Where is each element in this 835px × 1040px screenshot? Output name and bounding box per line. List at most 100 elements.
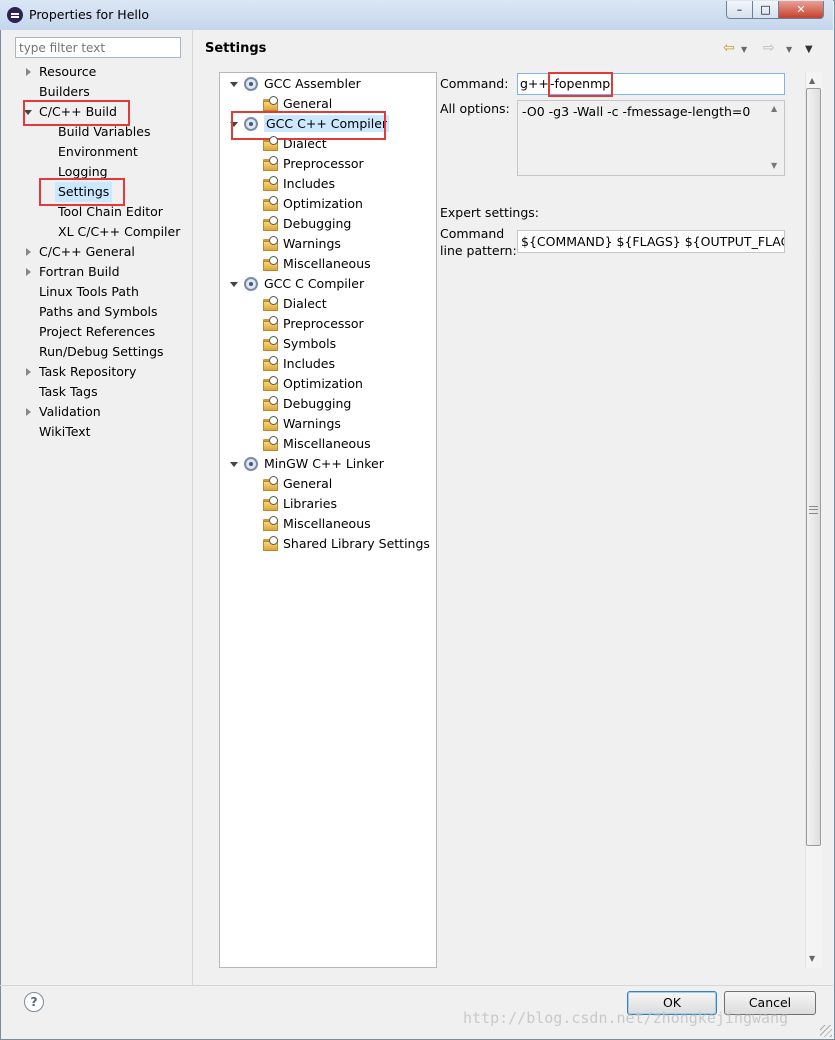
scroll-up-icon[interactable]: ▲: [771, 104, 777, 113]
tool-gear-icon: [244, 277, 258, 291]
nav-item-label: Builders: [39, 84, 90, 99]
expanded-arrow-icon[interactable]: [230, 462, 238, 467]
tree-item-label: Warnings: [283, 416, 341, 431]
tree-option-miscellaneous[interactable]: Miscellaneous: [262, 254, 371, 274]
tree-tool-gcc-c-compiler[interactable]: GCC C Compiler: [229, 274, 364, 294]
tree-option-optimization[interactable]: Optimization: [262, 374, 363, 394]
minimize-button[interactable]: –: [726, 1, 753, 19]
maximize-button[interactable]: □: [752, 1, 779, 19]
tree-option-dialect[interactable]: Dialect: [262, 294, 327, 314]
close-button[interactable]: ✕: [778, 1, 824, 19]
option-folder-icon: [263, 356, 279, 371]
nav-item-label: WikiText: [39, 424, 91, 439]
command-label: Command:: [440, 76, 509, 91]
tree-item-label: Debugging: [283, 396, 352, 411]
tool-gear-icon: [244, 77, 258, 91]
tree-option-symbols[interactable]: Symbols: [262, 334, 336, 354]
tree-item-label: Symbols: [283, 336, 337, 351]
tool-gear-icon: [244, 457, 258, 471]
nav-item-wikitext[interactable]: WikiText: [39, 422, 91, 442]
tree-option-preprocessor[interactable]: Preprocessor: [262, 314, 364, 334]
nav-item-label: Build Variables: [58, 124, 151, 139]
option-folder-icon: [263, 536, 279, 551]
all-options-scrollbar[interactable]: ▲ ▼: [767, 101, 784, 175]
back-dropdown-icon[interactable]: ▼: [741, 45, 747, 54]
tree-option-includes[interactable]: Includes: [262, 354, 335, 374]
nav-divider[interactable]: [192, 30, 193, 985]
resize-grip[interactable]: [820, 1025, 832, 1037]
tree-tool-gcc-assembler[interactable]: GCC Assembler: [229, 74, 361, 94]
collapsed-arrow-icon[interactable]: [26, 268, 31, 276]
tree-tool-mingw-c-linker[interactable]: MinGW C++ Linker: [229, 454, 384, 474]
collapsed-arrow-icon[interactable]: [26, 368, 31, 376]
expanded-arrow-icon[interactable]: [230, 282, 238, 287]
nav-item-run-debug-settings[interactable]: Run/Debug Settings: [39, 342, 164, 362]
scroll-up-icon[interactable]: ▲: [809, 76, 815, 85]
forward-dropdown-icon[interactable]: ▼: [786, 45, 792, 54]
tree-option-miscellaneous[interactable]: Miscellaneous: [262, 514, 371, 534]
tree-option-general[interactable]: General: [262, 474, 332, 494]
tree-option-libraries[interactable]: Libraries: [262, 494, 337, 514]
folder-gear-icon: [269, 156, 278, 165]
nav-item-label: Fortran Build: [39, 264, 120, 279]
collapsed-arrow-icon[interactable]: [26, 68, 31, 76]
expanded-arrow-icon[interactable]: [230, 82, 238, 87]
nav-item-environment[interactable]: Environment: [58, 142, 138, 162]
tree-item-label: GCC Assembler: [264, 76, 361, 91]
option-folder-icon: [263, 136, 279, 151]
tree-option-optimization[interactable]: Optimization: [262, 194, 363, 214]
tree-option-shared-library-settings[interactable]: Shared Library Settings: [262, 534, 430, 554]
command-line-pattern-label-2: line pattern:: [440, 243, 517, 258]
nav-item-task-repository[interactable]: Task Repository: [26, 362, 136, 382]
folder-gear-icon: [269, 476, 278, 485]
nav-item-c-c-general[interactable]: C/C++ General: [26, 242, 135, 262]
tree-option-warnings[interactable]: Warnings: [262, 234, 341, 254]
filter-input[interactable]: [15, 37, 181, 58]
tree-option-warnings[interactable]: Warnings: [262, 414, 341, 434]
nav-item-label: Resource: [39, 64, 97, 79]
tree-option-includes[interactable]: Includes: [262, 174, 335, 194]
collapsed-arrow-icon[interactable]: [26, 408, 31, 416]
nav-item-label: Task Tags: [39, 384, 98, 399]
tree-option-miscellaneous[interactable]: Miscellaneous: [262, 434, 371, 454]
nav-item-paths-and-symbols[interactable]: Paths and Symbols: [39, 302, 158, 322]
folder-gear-icon: [269, 336, 278, 345]
tree-option-debugging[interactable]: Debugging: [262, 214, 351, 234]
option-folder-icon: [263, 316, 279, 331]
nav-item-builders[interactable]: Builders: [39, 82, 90, 102]
tree-option-preprocessor[interactable]: Preprocessor: [262, 154, 364, 174]
tree-item-label: Preprocessor: [283, 156, 364, 171]
command-line-pattern-input[interactable]: ${COMMAND} ${FLAGS} ${OUTPUT_FLAG} ${OUT…: [517, 230, 785, 253]
tree-item-label: General: [283, 96, 333, 111]
tree-option-debugging[interactable]: Debugging: [262, 394, 351, 414]
nav-item-project-references[interactable]: Project References: [39, 322, 155, 342]
folder-gear-icon: [269, 536, 278, 545]
nav-item-task-tags[interactable]: Task Tags: [39, 382, 98, 402]
tree-item-label: Miscellaneous: [283, 436, 371, 451]
nav-item-validation[interactable]: Validation: [26, 402, 101, 422]
forward-arrow-icon[interactable]: ⇨: [763, 40, 775, 56]
scroll-down-icon[interactable]: ▼: [771, 161, 777, 170]
nav-item-xl-c-c-compiler[interactable]: XL C/C++ Compiler: [58, 222, 180, 242]
tree-item-label: Optimization: [283, 376, 363, 391]
scrollbar-thumb[interactable]: [806, 88, 821, 846]
tree-item-label: Debugging: [283, 216, 352, 231]
tree-item-label: Includes: [283, 356, 336, 371]
back-arrow-icon[interactable]: ⇦: [723, 40, 735, 56]
view-menu-icon[interactable]: ▼: [805, 44, 813, 55]
folder-gear-icon: [269, 176, 278, 185]
folder-gear-icon: [269, 296, 278, 305]
folder-gear-icon: [269, 516, 278, 525]
command-line-pattern-label: Command: [440, 226, 505, 241]
scroll-down-icon[interactable]: ▼: [809, 954, 815, 963]
nav-item-label: Tool Chain Editor: [58, 204, 163, 219]
tree-item-label: Miscellaneous: [283, 256, 371, 271]
nav-item-linux-tools-path[interactable]: Linux Tools Path: [39, 282, 139, 302]
nav-item-fortran-build[interactable]: Fortran Build: [26, 262, 120, 282]
help-button[interactable]: ?: [24, 992, 44, 1012]
page-title: Settings: [205, 41, 267, 56]
nav-item-resource[interactable]: Resource: [26, 62, 97, 82]
option-folder-icon: [263, 376, 279, 391]
collapsed-arrow-icon[interactable]: [26, 248, 31, 256]
folder-gear-icon: [269, 196, 278, 205]
